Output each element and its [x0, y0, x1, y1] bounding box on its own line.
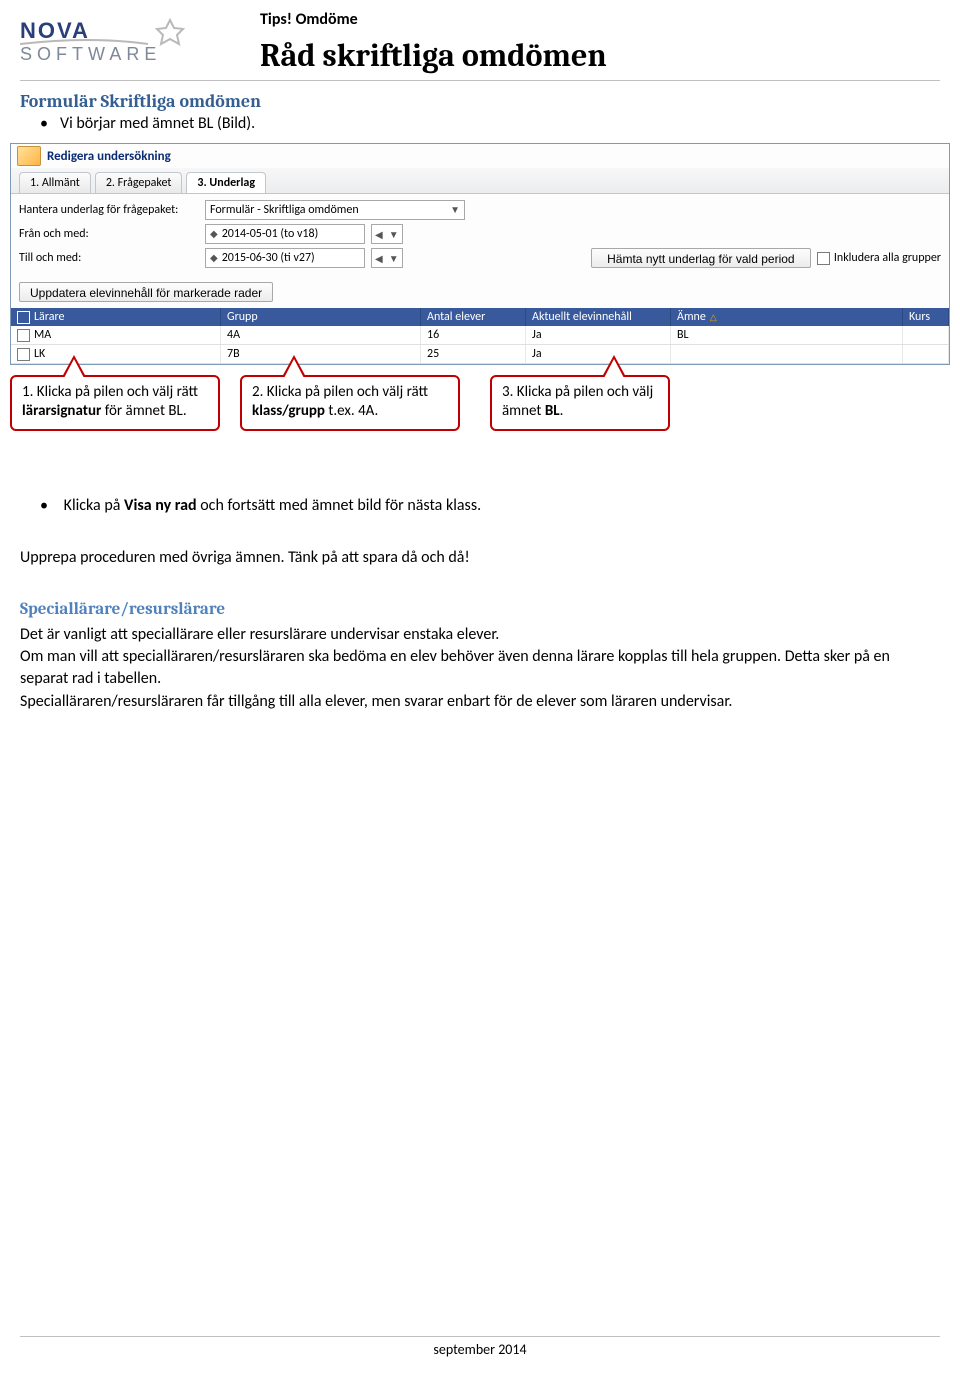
- callout-text: 2. Klicka på pilen och välj rätt: [252, 383, 428, 401]
- app-screenshot: Redigera undersökning 1. Allmänt 2. Fråg…: [10, 143, 950, 365]
- label-fran: Från och med:: [19, 227, 199, 241]
- cell-grupp: 4A: [227, 328, 240, 342]
- tab-underlag[interactable]: 3. Underlag: [186, 172, 266, 193]
- cell-antal: 25: [427, 347, 439, 361]
- paragraph: Specialläraren/resursläraren får tillgån…: [20, 691, 930, 713]
- table-row[interactable]: MA 4A 16 Ja BL: [11, 326, 949, 345]
- col-grupp[interactable]: Grupp: [227, 310, 258, 324]
- bullet-item-1: Vi börjar med ämnet BL (Bild).: [60, 114, 960, 133]
- checkbox-icon[interactable]: [17, 311, 30, 324]
- callout-text: för ämnet BL.: [101, 402, 186, 420]
- paragraph: Det är vanligt att speciallärare eller r…: [20, 624, 930, 646]
- callout-3: 3. Klicka på pilen och välj ämnet BL.: [490, 375, 670, 431]
- cell-larare: LK: [34, 347, 45, 361]
- from-date-value: 2014-05-01 (to v18): [218, 225, 360, 243]
- text: och fortsätt med ämnet bild för nästa kl…: [197, 496, 481, 515]
- sort-asc-icon: △: [710, 312, 717, 323]
- callouts: 1. Klicka på pilen och välj rätt lärarsi…: [10, 375, 950, 465]
- col-antal[interactable]: Antal elever: [427, 310, 485, 324]
- cell-grupp: 7B: [227, 347, 240, 361]
- col-aktuellt[interactable]: Aktuellt elevinnehåll: [532, 310, 632, 324]
- to-date-value: 2015-06-30 (ti v27): [218, 249, 360, 267]
- label-till: Till och med:: [19, 251, 199, 265]
- window-title: Redigera undersökning: [47, 149, 171, 164]
- combo-fragepaket[interactable]: Formulär - Skriftliga omdömen ▼: [205, 200, 465, 220]
- footer: september 2014: [0, 1336, 960, 1358]
- input-to-date[interactable]: ◆ 2015-06-30 (ti v27): [205, 248, 365, 268]
- checkbox-icon[interactable]: [17, 329, 30, 342]
- checkbox-icon[interactable]: [17, 348, 30, 361]
- callout-text: t.ex. 4A.: [325, 402, 378, 420]
- header: NOVA SOFTWARE Tips! Omdöme Råd skriftlig…: [0, 0, 960, 80]
- paragraph: Om man vill att specialläraren/resurslär…: [20, 646, 930, 691]
- section-title: Formulär Skriftliga omdömen: [20, 91, 960, 112]
- tab-bar: 1. Allmänt 2. Frågepaket 3. Underlag: [11, 168, 949, 194]
- callout-bold: klass/grupp: [252, 402, 325, 420]
- checkbox-icon: [817, 252, 830, 265]
- paragraph: Upprepa proceduren med övriga ämnen. Tän…: [20, 547, 930, 569]
- callout-bold: lärarsignatur: [22, 402, 101, 420]
- cell-aktuellt: Ja: [532, 347, 542, 361]
- cell-amne: BL: [677, 328, 689, 342]
- checkbox-label: Inkludera alla grupper: [834, 251, 941, 265]
- input-from-date[interactable]: ◆ 2014-05-01 (to v18): [205, 224, 365, 244]
- star-icon: [157, 20, 183, 44]
- folder-icon: [17, 146, 41, 166]
- tab-allmant[interactable]: 1. Allmänt: [19, 172, 91, 193]
- logo: NOVA SOFTWARE: [20, 10, 200, 76]
- page-title: Råd skriftliga omdömen: [260, 37, 607, 74]
- cell-larare: MA: [34, 328, 51, 342]
- text-bold: Visa ny rad: [124, 496, 197, 515]
- include-all-groups-checkbox[interactable]: Inkludera alla grupper: [817, 251, 941, 265]
- label-hantera: Hantera underlag för frågepaket:: [19, 203, 199, 217]
- cell-aktuellt: Ja: [532, 328, 542, 342]
- footer-text: september 2014: [433, 1341, 526, 1358]
- tips-label: Tips! Omdöme: [260, 10, 607, 29]
- chevron-down-icon: ▼: [444, 201, 460, 219]
- col-larare[interactable]: Lärare: [34, 310, 64, 324]
- update-button[interactable]: Uppdatera elevinnehåll för markerade rad…: [19, 282, 273, 302]
- col-amne[interactable]: Ämne: [677, 310, 706, 324]
- callout-text: 1. Klicka på pilen och välj rätt: [22, 383, 198, 401]
- bullet-item-2: Klicka på Visa ny rad och fortsätt med ä…: [60, 495, 930, 517]
- date-nav-from[interactable]: ◀▼: [371, 224, 403, 244]
- table-header: Lärare Grupp Antal elever Aktuellt elevi…: [11, 308, 949, 326]
- divider: [20, 1336, 940, 1337]
- subheading: Speciallärare/resurslärare: [20, 598, 930, 622]
- table-row[interactable]: LK 7B 25 Ja: [11, 345, 949, 364]
- combo-value: Formulär - Skriftliga omdömen: [210, 201, 359, 219]
- cell-antal: 16: [427, 328, 439, 342]
- callout-bold: BL: [545, 402, 560, 420]
- divider: [20, 80, 940, 81]
- callout-text: .: [560, 402, 564, 420]
- logo-bottom: SOFTWARE: [20, 44, 161, 64]
- col-kurs[interactable]: Kurs: [909, 310, 930, 324]
- callout-1: 1. Klicka på pilen och välj rätt lärarsi…: [10, 375, 220, 431]
- tab-fragepaket[interactable]: 2. Frågepaket: [95, 172, 183, 193]
- text: Klicka på: [64, 496, 124, 515]
- date-nav-to[interactable]: ◀▼: [371, 248, 403, 268]
- callout-text: 3. Klicka på pilen och välj ämnet: [502, 383, 653, 420]
- fetch-button[interactable]: Hämta nytt underlag för vald period: [591, 248, 811, 268]
- callout-2: 2. Klicka på pilen och välj rätt klass/g…: [240, 375, 460, 431]
